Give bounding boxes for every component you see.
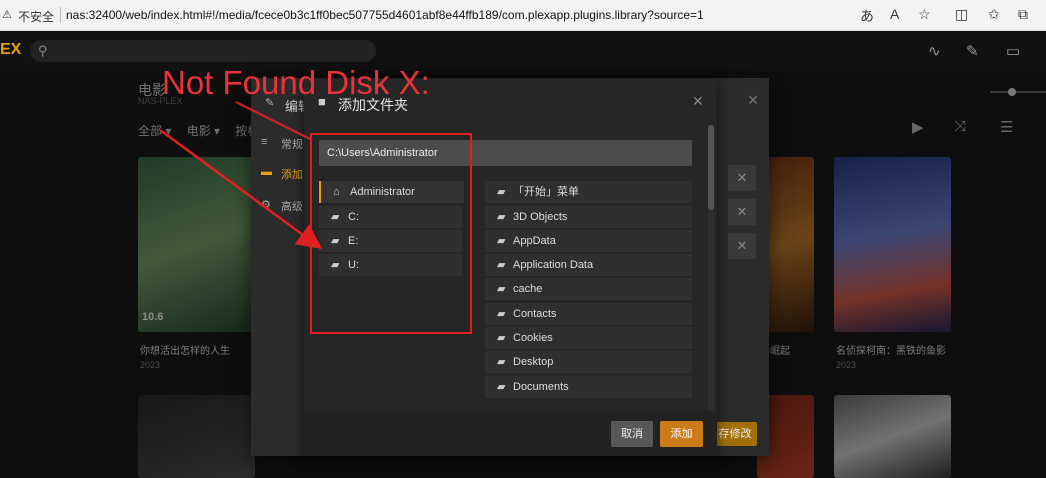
annotation-arrows — [159, 101, 323, 249]
annotation-arrow — [159, 128, 323, 249]
annotation-pointer — [235, 101, 313, 141]
